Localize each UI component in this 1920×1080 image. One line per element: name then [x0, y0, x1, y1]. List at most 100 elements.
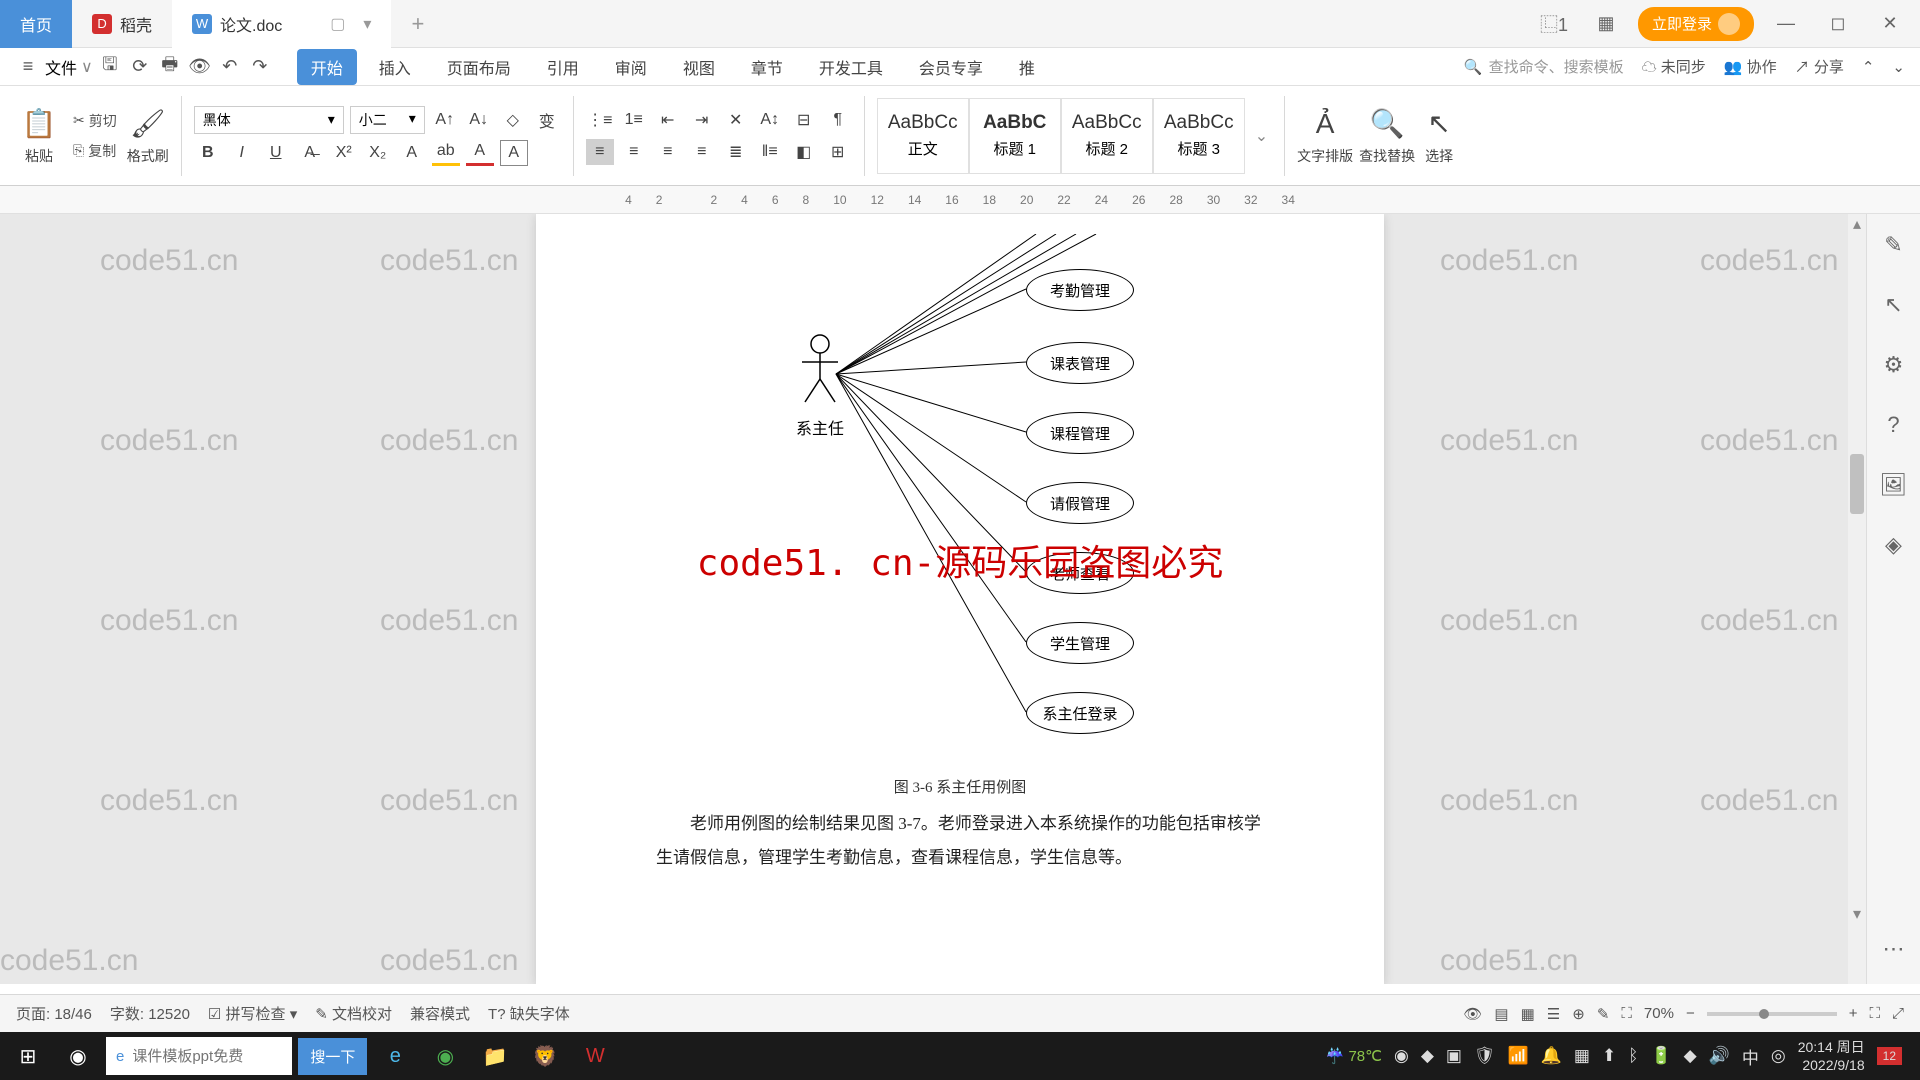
- zoom-out-button[interactable]: −: [1686, 1005, 1695, 1022]
- command-search[interactable]: 🔍 查找命令、搜索模板: [1464, 56, 1624, 77]
- collab-button[interactable]: 👥 协作: [1724, 56, 1777, 77]
- scroll-thumb[interactable]: [1850, 454, 1864, 514]
- style-heading1[interactable]: AaBbC标题 1: [969, 98, 1061, 174]
- tray-3[interactable]: ▣: [1446, 1046, 1462, 1066]
- word-count[interactable]: 字数: 12520: [110, 1003, 190, 1024]
- find-replace-button[interactable]: 🔍查找替换: [1359, 106, 1415, 166]
- redo-icon[interactable]: ↷: [247, 54, 273, 80]
- tray-wifi-icon[interactable]: 📶: [1508, 1046, 1529, 1066]
- tray-bell-icon[interactable]: 🔔: [1541, 1046, 1562, 1066]
- sort-button[interactable]: ✕: [722, 107, 750, 133]
- page[interactable]: 系主任 考勤管理 课表管理 课程管理 请假管理 老师查看 学生管理 系主任登录 …: [536, 214, 1384, 984]
- bullets-button[interactable]: ⋮≡: [586, 107, 614, 133]
- layout-icon[interactable]: ⿺1: [1534, 4, 1574, 44]
- copy-button[interactable]: ⎘复制: [69, 139, 121, 163]
- tab-daoke[interactable]: D 稻壳: [72, 0, 172, 48]
- collapse-ribbon-icon[interactable]: ⌃: [1862, 58, 1875, 76]
- align-center-button[interactable]: ≡: [620, 139, 648, 165]
- zoom-slider[interactable]: [1707, 1012, 1837, 1016]
- sync-icon[interactable]: ⟳: [127, 54, 153, 80]
- zoom-level[interactable]: 70%: [1644, 1005, 1674, 1022]
- menu-hamburger-icon[interactable]: ≡: [15, 54, 41, 80]
- cut-button[interactable]: ✂剪切: [69, 109, 121, 133]
- font-select[interactable]: 黑体▾: [194, 106, 344, 134]
- size-select[interactable]: 小二▾: [350, 106, 425, 134]
- zoom-fit-icon[interactable]: ⛶: [1621, 1005, 1632, 1022]
- font-color-button[interactable]: A: [466, 140, 494, 166]
- ruler[interactable]: 42246810121416182022242628303234: [0, 186, 1920, 214]
- tray-1[interactable]: ◉: [1394, 1046, 1409, 1066]
- save-icon[interactable]: 🖫: [97, 54, 123, 80]
- bold-button[interactable]: B: [194, 140, 222, 166]
- help-icon[interactable]: ?: [1879, 410, 1909, 440]
- subscript-button[interactable]: X₂: [364, 140, 392, 166]
- task-explorer[interactable]: 📁: [473, 1036, 517, 1076]
- char-border-button[interactable]: A: [500, 140, 528, 166]
- sync-status[interactable]: ☁ 未同步: [1642, 56, 1706, 77]
- tray-shield-icon[interactable]: 🛡: [1474, 1046, 1496, 1066]
- menu-tab-start[interactable]: 开始: [297, 49, 357, 85]
- view-outline-icon[interactable]: ☰: [1547, 1005, 1560, 1023]
- maximize-button[interactable]: ◻: [1818, 4, 1858, 44]
- align-justify-button[interactable]: ≡: [688, 139, 716, 165]
- menu-tab-reference[interactable]: 引用: [533, 49, 593, 85]
- task-copilot[interactable]: ◉: [56, 1036, 100, 1076]
- phonetic-icon[interactable]: 变: [533, 107, 561, 133]
- clear-format-icon[interactable]: ◇: [499, 107, 527, 133]
- tray-2[interactable]: ◆: [1421, 1046, 1434, 1066]
- print-icon[interactable]: 🖶: [157, 54, 183, 80]
- indent-inc-button[interactable]: ⇥: [688, 107, 716, 133]
- grid-icon[interactable]: ▦: [1586, 4, 1626, 44]
- underline-button[interactable]: U: [262, 140, 290, 166]
- spacing-button[interactable]: ‖≡: [756, 139, 784, 165]
- search-go-button[interactable]: 搜一下: [298, 1038, 367, 1075]
- proofing[interactable]: ✎ 文档校对: [315, 1003, 392, 1024]
- tray-sound-icon[interactable]: 🔊: [1709, 1046, 1730, 1066]
- numbering-button[interactable]: 1≡: [620, 107, 648, 133]
- clock[interactable]: 20:14 周日 2022/9/18: [1798, 1038, 1865, 1074]
- tab-menu-icon[interactable]: ▢: [330, 14, 345, 34]
- menu-tab-layout[interactable]: 页面布局: [433, 49, 525, 85]
- indent-dec-button[interactable]: ⇤: [654, 107, 682, 133]
- page-indicator[interactable]: 页面: 18/46: [16, 1003, 92, 1024]
- styles-expand-icon[interactable]: ⌄: [1251, 126, 1272, 146]
- fullscreen-icon[interactable]: ⛶: [1869, 1005, 1880, 1022]
- expand-icon[interactable]: ⤢: [1892, 1005, 1904, 1022]
- settings-icon[interactable]: ⚙: [1879, 350, 1909, 380]
- undo-icon[interactable]: ↶: [217, 54, 243, 80]
- tray-battery-icon[interactable]: 🔋: [1650, 1046, 1671, 1066]
- show-marks-button[interactable]: ¶: [824, 107, 852, 133]
- vertical-scrollbar[interactable]: ▴ ▾: [1848, 214, 1866, 984]
- share-button[interactable]: ↗ 分享: [1795, 56, 1844, 77]
- close-button[interactable]: ✕: [1870, 4, 1910, 44]
- style-heading3[interactable]: AaBbCc标题 3: [1153, 98, 1245, 174]
- view-web-icon[interactable]: ▦: [1521, 1005, 1535, 1023]
- paste-button[interactable]: 📋 粘贴: [21, 106, 57, 166]
- task-app1[interactable]: ◉: [423, 1036, 467, 1076]
- text-effects-button[interactable]: A: [398, 140, 426, 166]
- style-heading2[interactable]: AaBbCc标题 2: [1061, 98, 1153, 174]
- login-button[interactable]: 立即登录: [1638, 7, 1754, 41]
- strike-button[interactable]: A̶: [296, 140, 324, 166]
- taskbar-search[interactable]: e: [106, 1037, 292, 1075]
- new-tab-button[interactable]: +: [391, 0, 444, 48]
- borders-button[interactable]: ⊞: [824, 139, 852, 165]
- minimize-button[interactable]: —: [1766, 4, 1806, 44]
- menu-tab-chapter[interactable]: 章节: [737, 49, 797, 85]
- align-left-button[interactable]: ≡: [586, 139, 614, 165]
- start-button[interactable]: ⊞: [6, 1036, 50, 1076]
- tray-8[interactable]: ◎: [1771, 1046, 1786, 1066]
- view-draft-icon[interactable]: ✎: [1597, 1005, 1610, 1023]
- format-painter-button[interactable]: 🖌 格式刷: [127, 106, 169, 166]
- task-app2[interactable]: 🦁: [523, 1036, 567, 1076]
- weather-widget[interactable]: ☔ 78℃: [1326, 1047, 1382, 1065]
- menu-tab-view[interactable]: 视图: [669, 49, 729, 85]
- grow-font-icon[interactable]: A↑: [431, 107, 459, 133]
- tray-7[interactable]: ◆: [1684, 1046, 1697, 1066]
- menu-tab-insert[interactable]: 插入: [365, 49, 425, 85]
- more-icon[interactable]: ⋯: [1879, 934, 1909, 964]
- text-layout-button[interactable]: Ả文字排版: [1297, 106, 1353, 166]
- missing-font[interactable]: T? 缺失字体: [488, 1003, 570, 1024]
- preview-icon[interactable]: 👁: [187, 54, 213, 80]
- tray-bluetooth-icon[interactable]: ᛒ: [1628, 1046, 1638, 1066]
